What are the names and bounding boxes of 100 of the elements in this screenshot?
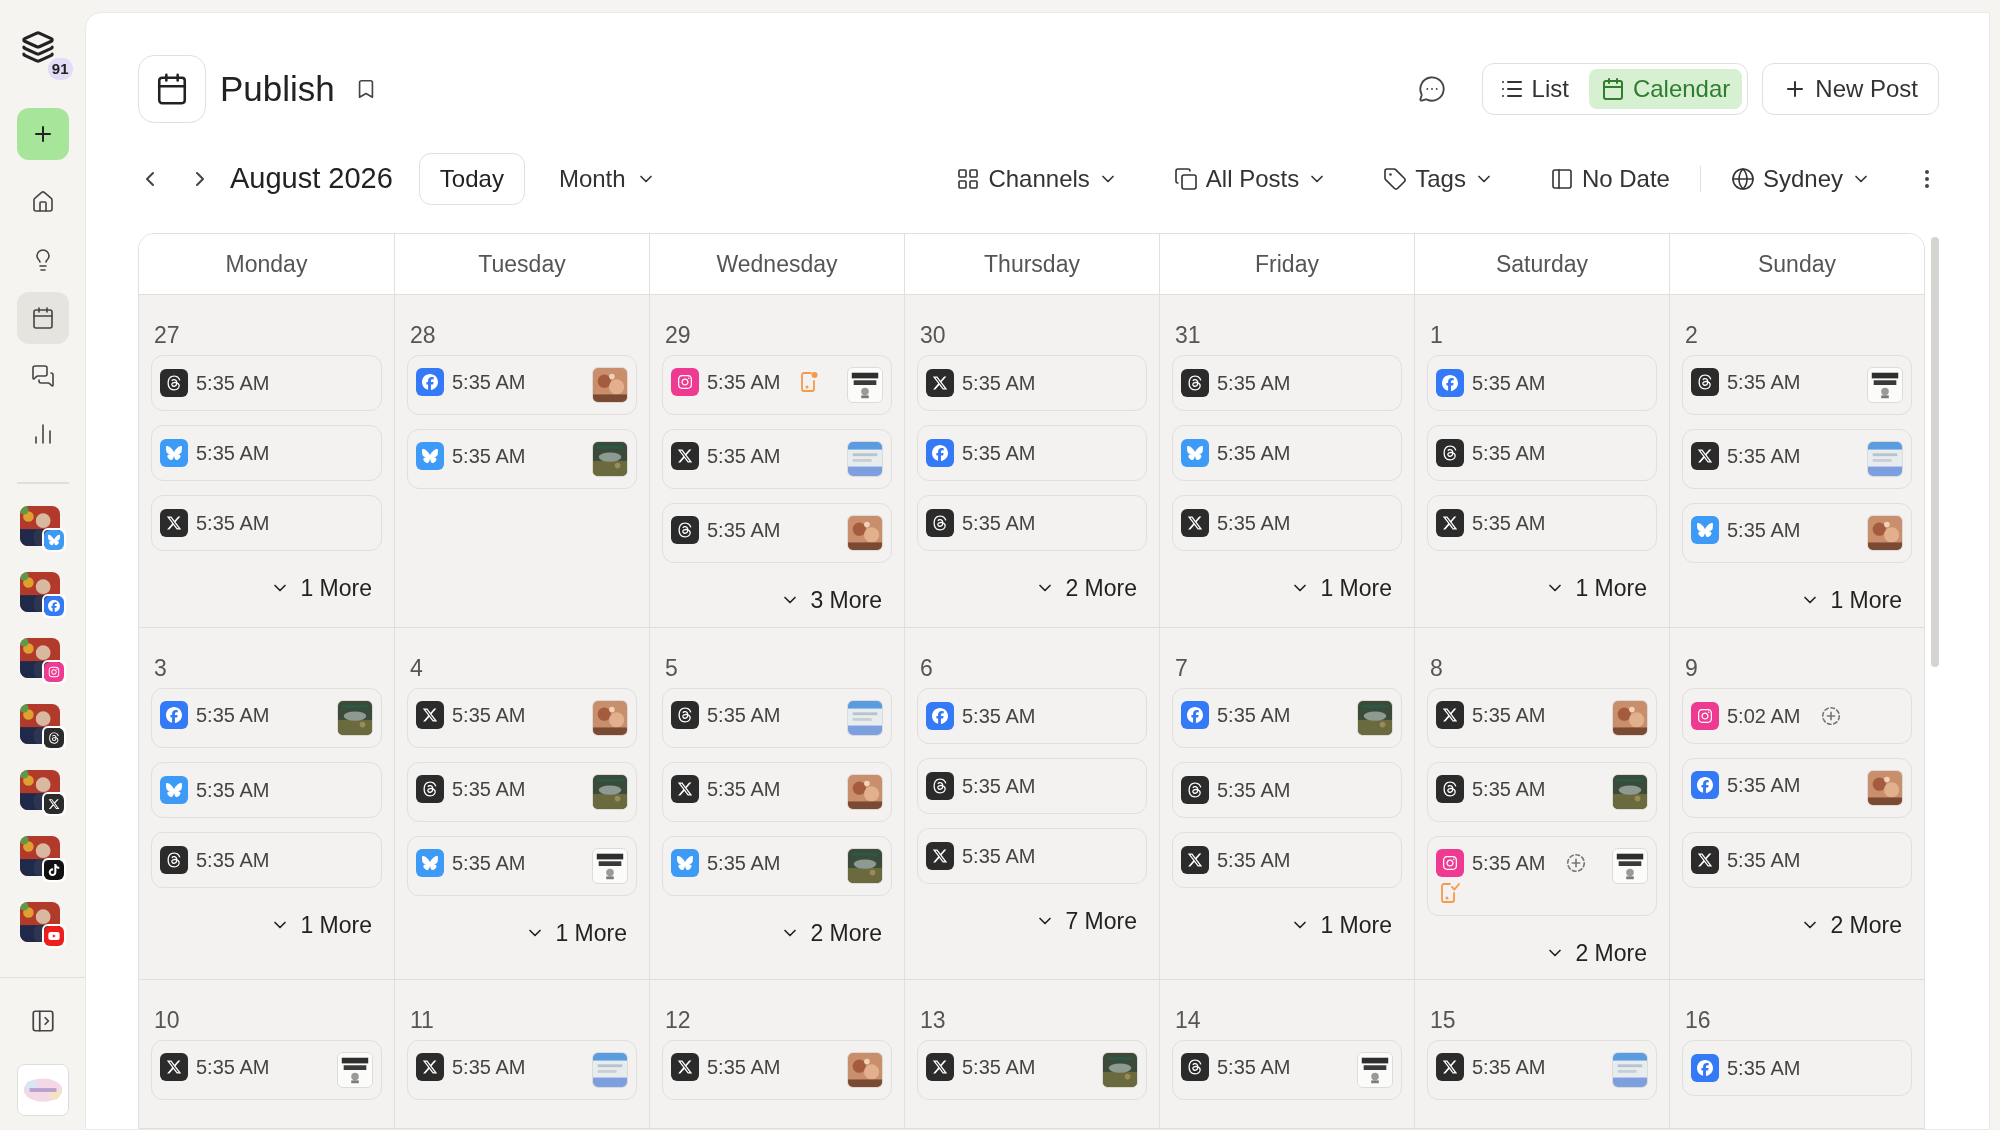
post-card[interactable]: 5:35 AM	[407, 762, 637, 822]
post-time: 5:35 AM	[1217, 441, 1291, 466]
post-card[interactable]: 5:35 AM	[407, 836, 637, 896]
post-time: 5:35 AM	[962, 441, 1036, 466]
filter-button[interactable]: No Date	[1549, 161, 1670, 197]
post-card[interactable]: 5:35 AM	[1682, 1040, 1912, 1096]
post-card[interactable]: 5:35 AM	[1172, 688, 1402, 748]
post-card[interactable]: 5:35 AM	[1172, 832, 1402, 888]
calendar-icon	[155, 72, 189, 106]
post-time: 5:35 AM	[707, 1055, 781, 1080]
filter-button[interactable]: Channels	[956, 161, 1118, 197]
filter-button[interactable]: All Posts	[1173, 161, 1328, 197]
range-dropdown[interactable]: Month	[558, 161, 656, 197]
post-card[interactable]: 5:35 AM	[1172, 495, 1402, 551]
post-card[interactable]: 5:35 AM	[1427, 762, 1657, 822]
show-more-link[interactable]: 1 More	[1800, 583, 1902, 618]
weekday-header: Saturday	[1414, 234, 1669, 295]
post-time: 5:35 AM	[1217, 778, 1291, 803]
post-card[interactable]: 5:35 AM	[407, 355, 637, 415]
post-card[interactable]: 5:35 AM	[1682, 355, 1912, 415]
filter-button[interactable]: Sydney	[1730, 161, 1871, 197]
post-card[interactable]: 5:35 AM	[1172, 355, 1402, 411]
post-card[interactable]: 5:35 AM	[662, 688, 892, 748]
post-card[interactable]: 5:35 AM	[1427, 1040, 1657, 1100]
show-more-link[interactable]: 2 More	[1800, 908, 1902, 943]
post-card[interactable]: 5:35 AM	[1427, 495, 1657, 551]
post-card[interactable]: 5:35 AM	[917, 355, 1147, 411]
post-card[interactable]: 5:35 AM	[917, 828, 1147, 884]
post-time: 5:35 AM	[452, 703, 526, 728]
show-more-link[interactable]: 1 More	[270, 571, 372, 606]
panel-icon	[1549, 167, 1574, 191]
post-card[interactable]: 5:35 AM	[662, 429, 892, 489]
post-card[interactable]: 5:35 AM	[917, 688, 1147, 744]
post-card[interactable]: 5:35 AM	[407, 688, 637, 748]
post-card[interactable]: 5:35 AM	[662, 503, 892, 563]
new-post-button[interactable]: New Post	[1762, 63, 1939, 115]
comments-icon[interactable]	[1417, 75, 1446, 103]
show-more-link[interactable]: 1 More	[1290, 571, 1392, 606]
show-more-link[interactable]: 1 More	[525, 916, 627, 951]
post-time: 5:35 AM	[196, 441, 270, 466]
post-time: 5:35 AM	[1472, 441, 1546, 466]
show-more-link[interactable]: 2 More	[780, 916, 882, 951]
post-card[interactable]: 5:35 AM	[1682, 429, 1912, 489]
tag-icon	[1383, 167, 1408, 191]
post-card[interactable]: 5:35 AM	[662, 762, 892, 822]
weekday-header: Wednesday	[649, 234, 904, 295]
show-more-link[interactable]: 1 More	[1545, 571, 1647, 606]
post-card[interactable]: 5:35 AM	[1682, 832, 1912, 888]
logo-icon[interactable]	[20, 30, 55, 64]
show-more-link[interactable]: 1 More	[1290, 908, 1392, 943]
post-card[interactable]: 5:35 AM	[407, 429, 637, 489]
post-card[interactable]: 5:35 AM	[151, 355, 382, 411]
post-card[interactable]: 5:35 AM	[662, 836, 892, 896]
post-card[interactable]: 5:35 AM	[1172, 762, 1402, 818]
show-more-link[interactable]: 2 More	[1545, 936, 1647, 971]
day-number: 4	[410, 654, 424, 682]
post-card[interactable]: 5:35 AM	[1427, 836, 1657, 916]
post-card[interactable]: 5:35 AM	[1427, 688, 1657, 748]
post-card[interactable]: 5:35 AM	[1682, 758, 1912, 818]
post-time: 5:35 AM	[1727, 370, 1801, 395]
sidebar-nav-item[interactable]	[16, 292, 69, 344]
show-more-link[interactable]: 1 More	[270, 908, 372, 943]
post-card[interactable]: 5:35 AM	[917, 1040, 1147, 1100]
post-time: 5:35 AM	[1727, 773, 1801, 798]
day-number: 16	[1685, 1006, 1712, 1034]
post-card[interactable]: 5:35 AM	[1172, 1040, 1402, 1100]
show-more-link[interactable]: 3 More	[780, 583, 882, 618]
post-card[interactable]: 5:35 AM	[917, 425, 1147, 481]
view-tab[interactable]: Calendar	[1588, 69, 1743, 109]
copy-icon	[1173, 167, 1198, 191]
day-number: 3	[154, 654, 168, 682]
post-card[interactable]: 5:35 AM	[1682, 503, 1912, 563]
show-more-link[interactable]: 7 More	[1035, 904, 1137, 939]
show-more-link[interactable]: 2 More	[1035, 571, 1137, 606]
post-card[interactable]: 5:35 AM	[151, 1040, 382, 1100]
view-tab[interactable]: List	[1487, 69, 1581, 109]
day-number: 5	[665, 654, 679, 682]
filter-button[interactable]: Tags	[1383, 161, 1494, 197]
post-card[interactable]: 5:35 AM	[151, 832, 382, 888]
post-card[interactable]: 5:35 AM	[662, 1040, 892, 1100]
grid-icon	[956, 167, 981, 191]
post-time: 5:35 AM	[707, 703, 781, 728]
post-card[interactable]: 5:35 AM	[151, 688, 382, 748]
scrollbar-thumb[interactable]	[1931, 237, 1939, 667]
post-card[interactable]: 5:35 AM	[1427, 425, 1657, 481]
post-card[interactable]: 5:35 AM	[151, 762, 382, 818]
post-time: 5:35 AM	[1727, 444, 1801, 469]
post-card[interactable]: 5:35 AM	[151, 495, 382, 551]
expand-sidebar-icon[interactable]	[29, 1008, 56, 1034]
today-button[interactable]: Today	[418, 153, 525, 205]
post-card[interactable]: 5:35 AM	[917, 758, 1147, 814]
post-card[interactable]: 5:35 AM	[407, 1040, 637, 1100]
post-card[interactable]: 5:35 AM	[1427, 355, 1657, 411]
post-card[interactable]: 5:35 AM	[151, 425, 382, 481]
create-button[interactable]	[16, 108, 69, 160]
post-card[interactable]: 5:35 AM	[662, 355, 892, 415]
post-card[interactable]: 5:35 AM	[917, 495, 1147, 551]
day-number: 8	[1430, 654, 1444, 682]
post-card[interactable]: 5:35 AM	[1172, 425, 1402, 481]
post-card[interactable]: 5:02 AM	[1682, 688, 1912, 744]
